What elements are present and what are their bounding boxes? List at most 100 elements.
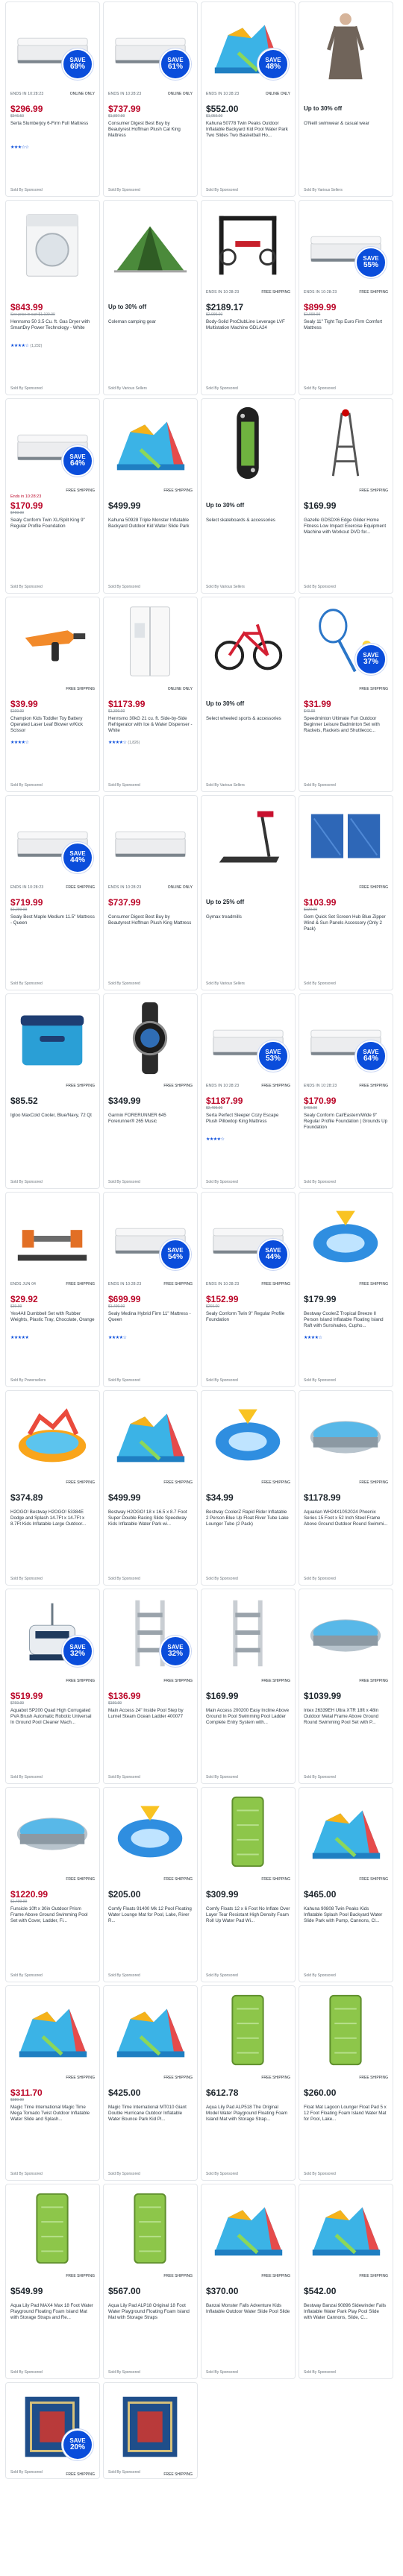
product-image[interactable]: SAVE 55% [304, 204, 388, 286]
product-card-44[interactable]: FREE SHIPPING $260.00 Float Mat Lagoon L… [299, 1985, 393, 2181]
product-title[interactable]: O'Neill swimwear & casual wear [304, 121, 388, 145]
product-card-49[interactable]: SAVE20% FREE SHIPPING $25.00 $31.25 Seru… [5, 2382, 100, 2479]
product-image[interactable] [108, 799, 193, 881]
product-card-43[interactable]: FREE SHIPPING $612.78 Aqua Lily Pad ALP5… [201, 1985, 296, 2181]
product-title[interactable]: Gem Quick Set Screen Hub Blue Zipper Win… [304, 914, 388, 938]
product-image[interactable] [206, 799, 290, 881]
product-title[interactable]: Banzai Monster Falls Adventure Kids Infl… [206, 2303, 290, 2327]
product-card-9[interactable]: SAVE 64% FREE SHIPPING Ends in 10:28:23 $… [5, 398, 100, 594]
product-image[interactable] [108, 1394, 193, 1476]
product-title[interactable]: Consumer Digest Best Buy by Beautyrest H… [108, 914, 193, 938]
product-card-48[interactable]: FREE SHIPPING $542.00 Bestway Banzai 908… [299, 2184, 393, 2379]
product-card-4[interactable]: Up to 30% off O'Neill swimwear & casual … [299, 1, 393, 197]
product-image[interactable] [206, 1592, 290, 1674]
product-card-14[interactable]: ONLINE ONLY $1173.99 $1,399.00 Hennsmo 3… [103, 597, 198, 792]
product-image[interactable] [206, 1394, 290, 1476]
product-card-8[interactable]: SAVE 55% Ends in 10:28:23 FREE SHIPPING $… [299, 200, 393, 395]
product-title[interactable]: Intex 26339EH Ultra XTR 18ft x 48in Outd… [304, 1708, 388, 1732]
product-image[interactable]: SAVE 64% [304, 997, 388, 1079]
product-card-33[interactable]: SAVE 32% FREE SHIPPING $519.99 $769.99 Aq… [5, 1589, 100, 1784]
product-image[interactable] [108, 600, 193, 682]
product-card-34[interactable]: SAVE 32% FREE SHIPPING $136.99 $199.99 Ma… [103, 1589, 198, 1784]
product-image[interactable]: SAVE 69% [10, 5, 95, 87]
product-card-5[interactable]: $843.99 See price in cart $1,199.99 Henn… [5, 200, 100, 395]
product-image[interactable]: SAVE 32% [10, 1592, 95, 1674]
product-image[interactable] [108, 2386, 193, 2468]
product-image[interactable] [10, 1791, 95, 1873]
product-image[interactable] [304, 799, 388, 881]
product-card-35[interactable]: FREE SHIPPING $169.99 Main Access 200200… [201, 1589, 296, 1784]
product-card-10[interactable]: FREE SHIPPING $499.99 Kahuna 50928 Tripl… [103, 398, 198, 594]
product-title[interactable]: Main Access 24" Inside Pool Step by Lurn… [108, 1708, 193, 1732]
product-image[interactable]: SAVE 48% [206, 5, 290, 87]
product-image[interactable] [10, 600, 95, 682]
product-title[interactable]: Igloo MaxCold Cooler, Blue/Navy, 72 Qt [10, 1113, 95, 1137]
product-image[interactable]: SAVE 44% [10, 799, 95, 881]
product-title[interactable]: Magic Time International MT010 Giant Dou… [108, 2105, 193, 2129]
product-title[interactable]: Kahuna 50778 Twin Peaks Outdoor Inflatab… [206, 121, 290, 145]
product-card-39[interactable]: FREE SHIPPING $309.99 Comfy Floats 12 x … [201, 1787, 296, 1982]
product-title[interactable]: Magic Time International Magic Time Mega… [10, 2105, 95, 2129]
product-card-40[interactable]: FREE SHIPPING $465.00 Kahuna 90808 Twin … [299, 1787, 393, 1982]
product-title[interactable]: Yes4All Dumbbell Set with Rubber Weights… [10, 1311, 95, 1335]
product-title[interactable]: Consumer Digest Best Buy by Beautyrest H… [108, 121, 193, 145]
product-image[interactable] [304, 1791, 388, 1873]
product-title[interactable]: Bestway Banzai 90896 Sidewinder Falls In… [304, 2303, 388, 2327]
product-title[interactable]: Gymax treadmills [206, 914, 290, 938]
product-card-11[interactable]: Up to 30% off Select skateboards & acces… [201, 398, 296, 594]
product-title[interactable]: Main Access 200200 Easy Incline Above Gr… [206, 1708, 290, 1732]
product-title[interactable]: Aquarian WH24X10S2024 Phoenix Series 15 … [304, 1510, 388, 1533]
product-card-29[interactable]: FREE SHIPPING $374.89 H2OGO! Bestway H2O… [5, 1390, 100, 1586]
product-image[interactable]: SAVE 44% [206, 1196, 290, 1278]
product-title[interactable]: Gazelle GDSDX6 Edge Glider Home Fitness … [304, 518, 388, 541]
product-title[interactable]: Comfy Floats 91400 Mk 12 Pool Floating W… [108, 1906, 193, 1930]
product-image[interactable] [108, 2187, 193, 2269]
product-image[interactable] [206, 600, 290, 682]
product-card-28[interactable]: FREE SHIPPING $179.99 Bestway CoolerZ Tr… [299, 1192, 393, 1387]
product-card-30[interactable]: FREE SHIPPING $499.99 Bestway H2OGO! 18 … [103, 1390, 198, 1586]
product-card-23[interactable]: SAVE 53% Ends in 10:28:23 FREE SHIPPING $… [201, 993, 296, 1189]
product-card-45[interactable]: FREE SHIPPING $549.99 Aqua Lily Pad MAX4… [5, 2184, 100, 2379]
product-card-31[interactable]: FREE SHIPPING $34.99 Bestway CoolerZ Rap… [201, 1390, 296, 1586]
product-card-12[interactable]: FREE SHIPPING $169.99 Gazelle GDSDX6 Edg… [299, 398, 393, 594]
product-title[interactable]: Funsicle 10ft x 30in Outdoor Prism Frame… [10, 1906, 95, 1930]
product-title[interactable]: Kahuna 50928 Triple Monster Inflatable B… [108, 518, 193, 541]
product-image[interactable]: SAVE 53% [206, 997, 290, 1079]
product-card-1[interactable]: SAVE 69% Ends in 10:28:23 ONLINE ONLY $29… [5, 1, 100, 197]
product-image[interactable]: SAVE 61% [108, 5, 193, 87]
product-image[interactable] [206, 1989, 290, 2071]
product-title[interactable]: Hennsmo 30kG 21 cu. ft. Side-by-Side Ref… [108, 716, 193, 740]
product-title[interactable]: Speedminton Ultimate Fun Outdoor Beginne… [304, 716, 388, 740]
product-title[interactable]: Garmin FORERUNNER 645 Forerunner® 265 Mu… [108, 1113, 193, 1137]
product-image[interactable] [10, 2187, 95, 2269]
product-image[interactable] [304, 1592, 388, 1674]
product-image[interactable] [304, 402, 388, 484]
product-image[interactable] [10, 997, 95, 1079]
product-card-19[interactable]: Up to 25% off Gymax treadmills Sold By V… [201, 795, 296, 990]
product-card-41[interactable]: FREE SHIPPING $311.70 $389.99 Magic Time… [5, 1985, 100, 2181]
product-title[interactable]: Sealy Conform Twin 9" Regular Profile Fo… [206, 1311, 290, 1335]
product-card-16[interactable]: SAVE 37% FREE SHIPPING $31.99 $49.99 Spee… [299, 597, 393, 792]
product-title[interactable]: Hennsmo 50 3.5 Cu. ft. Gas Dryer with Sm… [10, 319, 95, 343]
product-card-37[interactable]: FREE SHIPPING $1220.99 $1,499.99 Funsicl… [5, 1787, 100, 1982]
product-image[interactable] [206, 204, 290, 286]
product-title[interactable]: Sealy Conform Cal/Eastern/Wide 9" Regula… [304, 1113, 388, 1137]
product-title[interactable]: Sealy Conform Twin XL/Split King 9" Regu… [10, 518, 95, 541]
product-card-46[interactable]: FREE SHIPPING $567.00 Aqua Lily Pad ALP1… [103, 2184, 198, 2379]
product-image[interactable]: SAVE 37% [304, 600, 388, 682]
product-image[interactable]: SAVE 64% [10, 402, 95, 484]
product-image[interactable] [206, 2187, 290, 2269]
product-title[interactable]: Body-Solid ProClubLine Leverage LVF Mult… [206, 319, 290, 343]
product-title[interactable]: Float Mat Lagoon Lounger Float Pad 5 x 1… [304, 2105, 388, 2129]
product-image[interactable] [108, 1989, 193, 2071]
product-title[interactable]: Sealy Medina Hybrid Firm 11" Mattress - … [108, 1311, 193, 1335]
product-title[interactable]: Coleman camping gear [108, 319, 193, 343]
product-card-47[interactable]: FREE SHIPPING $370.00 Banzai Monster Fal… [201, 2184, 296, 2379]
product-title[interactable]: Serta Perfect Sleeper Cozy Escape Plush … [206, 1113, 290, 1137]
product-card-3[interactable]: SAVE 48% Ends in 10:28:23 ONLINE ONLY $55… [201, 1, 296, 197]
product-title[interactable]: Comfy Floats 12 x 6 Foot No Inflate Over… [206, 1906, 290, 1930]
product-card-6[interactable]: Up to 30% off Coleman camping gear Sold … [103, 200, 198, 395]
product-card-18[interactable]: Ends in 10:28:23 ONLINE ONLY $737.99 Con… [103, 795, 198, 990]
product-image[interactable]: SAVE 32% [108, 1592, 193, 1674]
product-card-2[interactable]: SAVE 61% Ends in 10:28:23 ONLINE ONLY $73… [103, 1, 198, 197]
